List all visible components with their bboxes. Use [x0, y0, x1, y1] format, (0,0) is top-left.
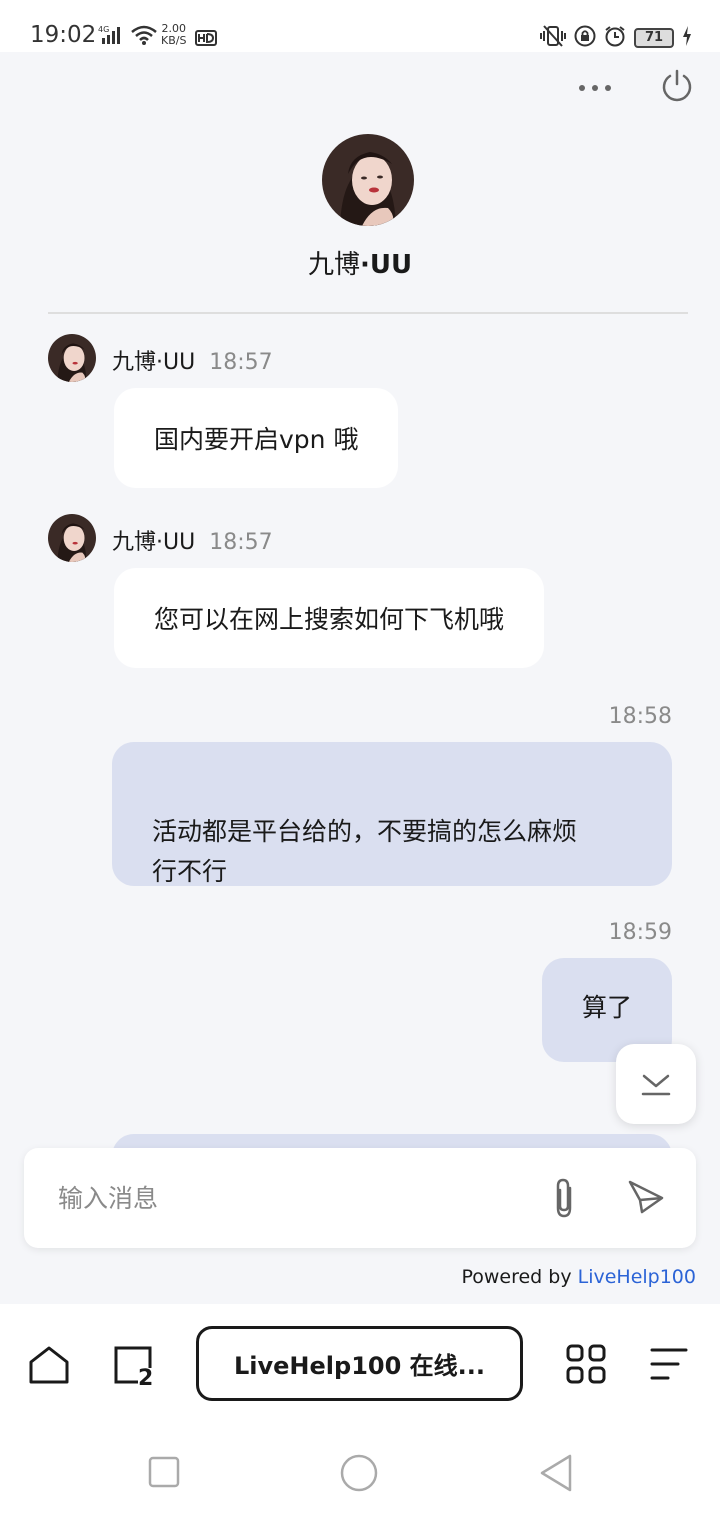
chevron-down-icon: [641, 1074, 671, 1096]
home-icon[interactable]: [28, 1344, 70, 1390]
page-title: LiveHelp100 在线...: [233, 1352, 485, 1380]
back-icon[interactable]: [538, 1454, 574, 1496]
tabs-icon[interactable]: 2: [112, 1344, 154, 1391]
agent-avatar: [48, 514, 96, 562]
more-horizontal-icon[interactable]: [578, 78, 612, 97]
menu-icon[interactable]: [650, 1346, 688, 1386]
livehelp-link[interactable]: LiveHelp100: [578, 1266, 696, 1288]
agent-avatar: [48, 334, 96, 382]
message-bubble-incoming: 国内要开启vpn 哦: [114, 388, 399, 488]
agent-name-title: 九博·UU: [307, 250, 413, 280]
message-time: 18:57: [209, 350, 273, 375]
paperclip-icon[interactable]: [548, 1176, 580, 1224]
grid-icon[interactable]: [566, 1344, 606, 1388]
scroll-to-bottom-button[interactable]: [616, 1044, 696, 1124]
header-divider: [48, 312, 688, 314]
status-bar: 19:02 4G 2.00 KB/S 71: [0, 0, 720, 52]
vibrate-off-icon: [540, 24, 566, 52]
message-meta: 九博·UU 18:57: [112, 344, 273, 376]
status-right-icons: 71: [540, 24, 692, 52]
network-speed: 2.00 KB/S: [161, 22, 187, 47]
header-actions: [578, 68, 694, 106]
message-text: 国内要开启vpn 哦: [154, 425, 359, 454]
powered-by: Powered by LiveHelp100: [461, 1266, 696, 1288]
message-bubble-incoming: 您可以在网上搜索如何下飞机哦: [114, 568, 545, 668]
chat-screen: 19:02 4G 2.00 KB/S 71 九博·UU 九博·UU 18:57 …: [0, 0, 720, 1520]
send-icon[interactable]: [626, 1178, 666, 1222]
svg-text:4G: 4G: [98, 25, 109, 34]
recent-apps-icon[interactable]: [148, 1456, 180, 1492]
message-text: 您可以在网上搜索如何下飞机哦: [154, 605, 505, 634]
sender-name: 九博·UU: [112, 350, 196, 375]
sender-name: 九博·UU: [112, 530, 196, 555]
message-bubble-outgoing: 活动都是平台给的，不要搞的怎么麻烦 行不行: [112, 742, 672, 886]
power-icon[interactable]: [660, 68, 694, 106]
message-time: 18:57: [209, 530, 273, 555]
message-input[interactable]: [58, 1176, 498, 1220]
screen-lock-icon: [574, 25, 596, 51]
message-text: 活动都是平台给的，不要搞的怎么麻烦 行不行: [152, 817, 578, 886]
message-time: 18:58: [608, 704, 672, 729]
alarm-icon: [604, 25, 626, 51]
browser-title-field[interactable]: LiveHelp100 在线...: [196, 1326, 523, 1401]
browser-toolbar: 2 LiveHelp100 在线...: [0, 1304, 720, 1520]
message-composer: [24, 1148, 696, 1248]
message-text: 算了: [581, 993, 632, 1022]
agent-avatar-large: [322, 134, 414, 226]
wifi-icon: [130, 24, 158, 50]
hd-voice-icon: [195, 26, 217, 50]
signal-icon: 4G: [98, 24, 124, 50]
home-nav-icon[interactable]: [340, 1454, 378, 1496]
svg-text:2: 2: [138, 1366, 153, 1386]
charging-icon: [682, 26, 692, 50]
message-time: 18:59: [608, 920, 672, 945]
message-meta: 九博·UU 18:57: [112, 524, 273, 556]
status-time: 19:02: [30, 22, 97, 48]
battery-indicator: 71: [634, 28, 674, 48]
